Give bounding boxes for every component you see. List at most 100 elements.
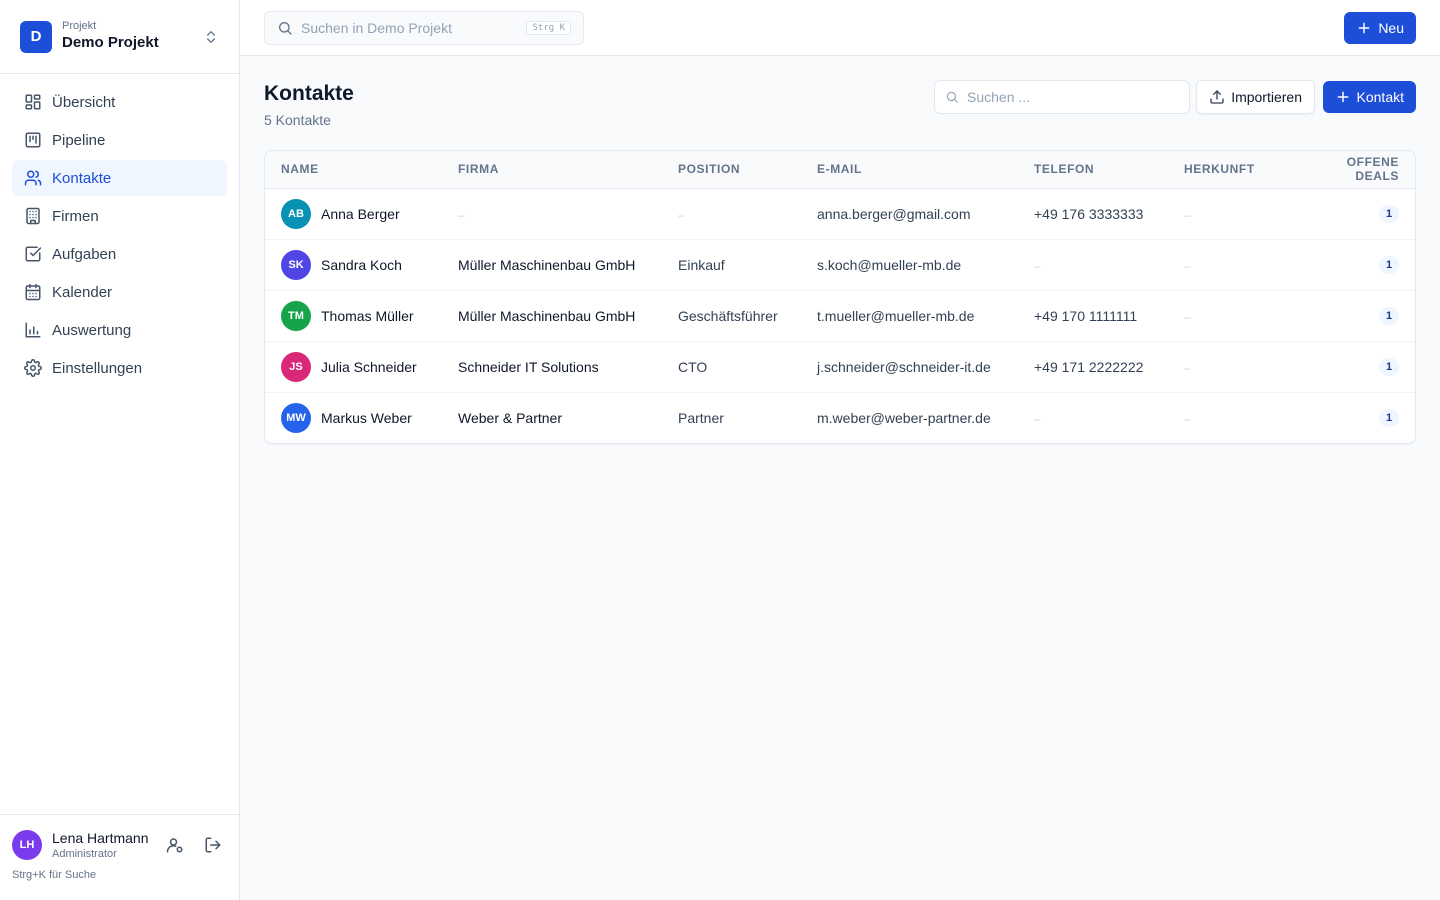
cell-name: TM Thomas Müller (265, 290, 442, 342)
new-button[interactable]: Neu (1344, 12, 1416, 44)
global-search-input[interactable] (301, 20, 527, 36)
contact-name[interactable]: Anna Berger (321, 206, 400, 222)
sidebar-item-uebersicht[interactable]: Übersicht (12, 84, 227, 120)
col-offene-deals[interactable]: OFFENE DEALS (1286, 151, 1415, 189)
sidebar-item-label: Pipeline (52, 131, 106, 149)
col-position[interactable]: POSITION (662, 151, 801, 189)
search-icon (946, 91, 958, 103)
user-panel: LH Lena Hartmann Administrator Strg+K fü… (0, 814, 239, 900)
cell-name: JS Julia Schneider (265, 341, 442, 393)
deals-badge: 1 (1379, 409, 1399, 428)
cell-firma-text: Weber & Partner (458, 409, 563, 426)
cell-telefon-text: +49 176 3333333 (1034, 205, 1144, 222)
sidebar-item-label: Firmen (52, 207, 99, 225)
cell-email-text: t.mueller@mueller-mb.de (817, 307, 975, 324)
search-icon (279, 22, 292, 35)
col-herkunft[interactable]: HERKUNFT (1168, 151, 1286, 189)
contact-name[interactable]: Sandra Koch (321, 257, 402, 273)
cell-herkunft: – (1168, 392, 1286, 443)
sidebar-item-aufgaben[interactable]: Aufgaben (12, 236, 227, 272)
cell-herkunft: – (1168, 341, 1286, 393)
cell-offene-deals: 1 (1286, 341, 1415, 393)
contact-search[interactable] (934, 80, 1190, 114)
logout-button[interactable] (199, 831, 227, 859)
table-row[interactable]: AB Anna Berger – – anna.berger@gmail.com +49 … (265, 188, 1415, 240)
search-hint: Strg+K für Suche (12, 869, 97, 881)
project-logo: D (20, 20, 52, 53)
sidebar-item-einstellungen[interactable]: Einstellungen (12, 350, 227, 386)
plus-icon (1358, 22, 1370, 34)
cell-name: SK Sandra Koch (265, 239, 442, 291)
user-name: Lena Hartmann (52, 830, 149, 846)
sidebar-item-kalender[interactable]: Kalender (12, 274, 227, 310)
profile-button[interactable] (161, 831, 189, 859)
cell-herkunft-text: – (1184, 411, 1191, 426)
table-row[interactable]: MW Markus Weber Weber & Partner Partner m.we… (265, 392, 1415, 443)
cell-offene-deals: 1 (1286, 392, 1415, 443)
cell-firma: Müller Maschinenbau GmbH (442, 290, 662, 342)
cell-firma-text: Müller Maschinenbau GmbH (458, 256, 636, 273)
table-body: AB Anna Berger – – anna.berger@gmail.com +49 … (265, 188, 1415, 443)
cell-firma: Weber & Partner (442, 392, 662, 443)
user-settings-icon (166, 838, 183, 853)
cell-position-text: Einkauf (678, 256, 725, 273)
shortcut-badge: Strg K (526, 21, 571, 35)
cell-offene-deals: 1 (1286, 188, 1415, 240)
deals-badge: 1 (1379, 256, 1399, 274)
sidebar-item-pipeline[interactable]: Pipeline (12, 122, 227, 158)
pipeline-icon (25, 132, 41, 148)
cell-email: j.schneider@schneider-it.de (801, 341, 1018, 393)
col-telefon[interactable]: TELEFON (1018, 151, 1168, 189)
sidebar-item-label: Auswertung (52, 321, 132, 339)
contact-search-input[interactable] (967, 89, 1179, 105)
global-search[interactable]: Strg K (264, 11, 584, 45)
cell-telefon-text: +49 170 1111111 (1034, 307, 1138, 324)
cell-herkunft-text: – (1184, 207, 1191, 222)
user-avatar: LH (12, 830, 42, 860)
cell-name: AB Anna Berger (265, 188, 442, 240)
cell-email: s.koch@mueller-mb.de (801, 239, 1018, 291)
contact-avatar: TM (281, 300, 311, 331)
cell-herkunft: – (1168, 290, 1286, 342)
contacts-table: NAME FIRMA POSITION E-MAIL TELEFON HERKU… (265, 151, 1415, 443)
cell-position: CTO (662, 341, 801, 393)
table-row[interactable]: SK Sandra Koch Müller Maschinenbau GmbH Ein… (265, 239, 1415, 291)
col-firma[interactable]: FIRMA (442, 151, 662, 189)
cell-firma-text: Müller Maschinenbau GmbH (458, 307, 636, 324)
cell-email: t.mueller@mueller-mb.de (801, 290, 1018, 342)
contact-count: 5 Kontakte (264, 112, 331, 128)
sidebar-item-label: Kalender (52, 283, 113, 301)
cell-firma-text: – (458, 207, 465, 222)
project-switcher[interactable]: D Projekt Demo Projekt (0, 0, 239, 74)
sidebar-item-auswertung[interactable]: Auswertung (12, 312, 227, 348)
table-row[interactable]: JS Julia Schneider Schneider IT Solutions C… (265, 341, 1415, 393)
cell-position-text: Geschäftsführer (678, 307, 778, 324)
cell-offene-deals: 1 (1286, 290, 1415, 342)
sidebar-item-firmen[interactable]: Firmen (12, 198, 227, 234)
upload-icon (1210, 90, 1224, 104)
sidebar-item-kontakte[interactable]: Kontakte (12, 160, 227, 196)
calendar-icon (25, 283, 41, 301)
cell-telefon: – (1018, 239, 1168, 291)
main-content: Kontakte 5 Kontakte Importieren Kontakt … (264, 80, 1416, 444)
contact-name[interactable]: Thomas Müller (321, 308, 414, 324)
col-name[interactable]: NAME (265, 151, 442, 189)
project-info: Projekt Demo Projekt (62, 20, 203, 53)
cell-email: anna.berger@gmail.com (801, 188, 1018, 240)
chevron-up-down-icon[interactable] (203, 29, 219, 45)
add-contact-button[interactable]: Kontakt (1322, 81, 1416, 113)
cell-position-text: – (678, 207, 685, 222)
cell-email-text: anna.berger@gmail.com (817, 205, 971, 222)
contact-name[interactable]: Markus Weber (321, 410, 412, 426)
cell-telefon-text: +49 171 2222222 (1034, 358, 1144, 375)
cell-name: MW Markus Weber (265, 392, 442, 443)
cell-herkunft-text: – (1184, 360, 1191, 375)
checkbox-icon (25, 246, 42, 262)
cell-email-text: m.weber@weber-partner.de (817, 409, 991, 426)
table-row[interactable]: TM Thomas Müller Müller Maschinenbau GmbH G… (265, 290, 1415, 342)
col-email[interactable]: E-MAIL (801, 151, 1018, 189)
import-button[interactable]: Importieren (1196, 80, 1315, 114)
cell-email-text: s.koch@mueller-mb.de (817, 256, 962, 273)
contact-name[interactable]: Julia Schneider (321, 359, 417, 375)
deals-badge: 1 (1379, 358, 1399, 376)
